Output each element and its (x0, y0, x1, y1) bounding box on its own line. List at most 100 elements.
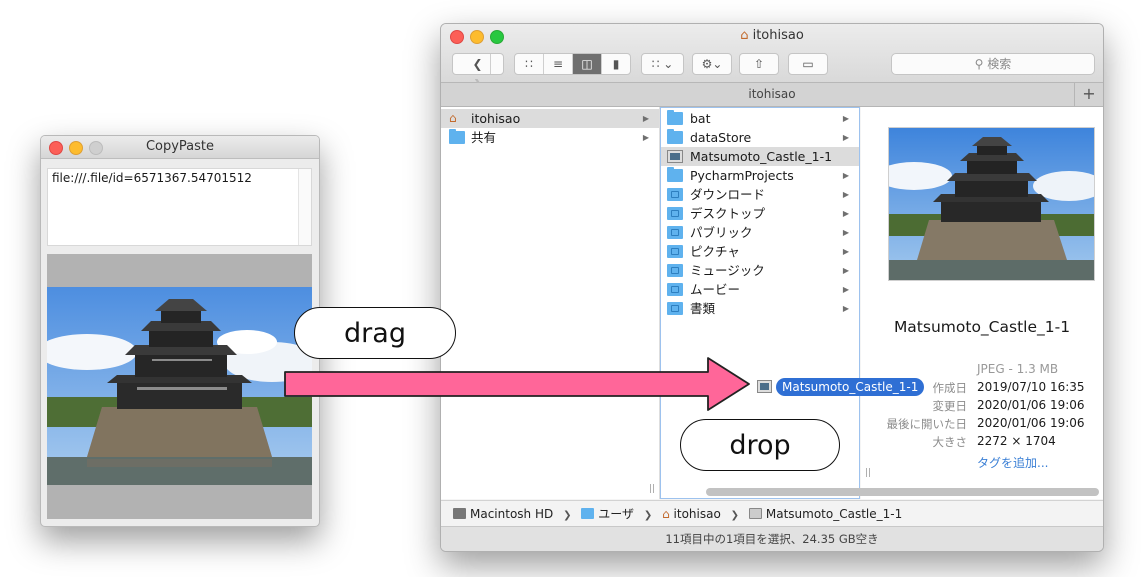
list-item-label: PycharmProjects (690, 168, 794, 183)
chevron-right-icon: ▶ (842, 209, 849, 218)
chevron-right-icon: ▶ (642, 114, 649, 123)
chevron-down-icon: ⌄ (663, 57, 674, 71)
view-mode-control: ∷ ≡ ◫ ▮ (514, 53, 631, 75)
info-value: 2272 × 1704 (977, 434, 1056, 448)
text-view[interactable]: file:///.file/id=6571367.54701512 (47, 168, 312, 246)
minimize-button[interactable] (69, 141, 83, 155)
preview-file-name: Matsumoto_Castle_1-1 (893, 318, 1071, 336)
documents-folder-icon (667, 302, 683, 315)
path-item-macintosh-hd[interactable]: Macintosh HD (470, 507, 553, 521)
list-item-label: ミュージック (690, 263, 765, 278)
column-sidebar: ⌂ itohisao ▶ 共有 ▶ (441, 107, 660, 499)
info-label: 変更日 (932, 399, 968, 413)
search-placeholder: 検索 (987, 57, 1012, 71)
horizontal-scrollbar[interactable] (706, 488, 1099, 496)
downloads-folder-icon (667, 188, 683, 201)
info-row-last-opened: 最後に開いた日 2020/01/06 19:06 (861, 416, 1103, 434)
list-item-itohisao[interactable]: ⌂ itohisao ▶ (441, 109, 659, 128)
gallery-view-button[interactable]: ▮ (602, 54, 630, 74)
pictures-folder-icon (667, 245, 683, 258)
image-file-icon (757, 380, 772, 393)
chevron-right-icon: ❯ (563, 510, 572, 521)
home-icon: ⌂ (449, 111, 457, 125)
search-icon: ⚲ (974, 57, 984, 71)
chevron-right-icon: ❯ (643, 510, 653, 521)
list-item-documents[interactable]: 書類 ▶ (661, 299, 859, 318)
tags-button[interactable]: ▭ (788, 53, 828, 75)
list-item-matsumoto-castle[interactable]: Matsumoto_Castle_1-1 (661, 147, 859, 166)
music-folder-icon (667, 264, 683, 277)
column-view-button[interactable]: ◫ (573, 54, 602, 74)
drag-ghost-label: Matsumoto_Castle_1-1 (776, 378, 925, 396)
list-item-label: ダウンロード (690, 187, 766, 202)
copypaste-titlebar[interactable]: CopyPaste (41, 136, 319, 159)
back-button[interactable]: ❮ (465, 54, 491, 74)
chevron-right-icon: ▶ (842, 171, 849, 180)
chevron-right-icon: ▶ (642, 133, 649, 142)
list-item-shared[interactable]: 共有 ▶ (441, 128, 659, 147)
chevron-right-icon: ❯ (730, 510, 740, 521)
list-item-label: dataStore (690, 130, 752, 145)
list-item-music[interactable]: ミュージック ▶ (661, 261, 859, 280)
path-item-users[interactable]: ユーザ (598, 507, 634, 521)
chevron-down-icon: ⌄ (712, 57, 723, 71)
back-forward-control: ❮❯ (452, 53, 504, 91)
text-scrollbar[interactable] (298, 169, 311, 245)
list-item-label: デスクトップ (690, 206, 766, 221)
action-button[interactable]: ⚙⌄ (692, 53, 732, 75)
public-folder-icon (667, 226, 683, 239)
list-item-public[interactable]: パブリック ▶ (661, 223, 859, 242)
window-title: CopyPaste (145, 139, 215, 154)
chevron-right-icon: ▶ (842, 228, 849, 237)
share-button[interactable]: ⇧ (739, 53, 779, 75)
search-field[interactable]: ⚲ 検索 (891, 53, 1095, 75)
castle-photo (47, 287, 312, 485)
close-button[interactable] (49, 141, 63, 155)
list-item-pictures[interactable]: ピクチャ ▶ (661, 242, 859, 261)
grid-icon: ∷ (651, 57, 660, 71)
chevron-right-icon: ▶ (842, 247, 849, 256)
list-item-pycharmprojects[interactable]: PycharmProjects ▶ (661, 166, 859, 185)
users-folder-icon (581, 508, 595, 519)
info-row-dimensions: 大きさ 2272 × 1704 (861, 434, 1103, 452)
column-resize-handle[interactable]: || (649, 484, 655, 494)
share-icon: ⇧ (753, 57, 765, 71)
new-tab-button[interactable]: + (1074, 83, 1103, 106)
icon-view-button[interactable]: ∷ (515, 54, 544, 74)
list-item-label: パブリック (690, 225, 753, 240)
text-content: file:///.file/id=6571367.54701512 (52, 171, 252, 185)
tag-icon: ▭ (802, 57, 814, 71)
list-item-label: ピクチャ (690, 244, 740, 259)
image-file-icon (748, 508, 762, 519)
path-item-file[interactable]: Matsumoto_Castle_1-1 (766, 507, 902, 521)
finder-toolbar: ⌂ itohisao ❮❯ ∷≡◫▮ ∷ ⌄ ⚙⌄ ⇧ ▭ ⚲ 検索 (441, 24, 1103, 91)
list-item-label: bat (690, 111, 711, 126)
list-item-label: 共有 (471, 130, 497, 145)
folder-icon (449, 129, 465, 144)
list-view-button[interactable]: ≡ (544, 54, 573, 74)
list-item-desktop[interactable]: デスクトップ ▶ (661, 204, 859, 223)
add-tags-link[interactable]: タグを追加... (977, 454, 1048, 471)
drag-arrow (284, 357, 750, 411)
window-title: ⌂ itohisao (441, 28, 1103, 43)
list-item-downloads[interactable]: ダウンロード ▶ (661, 185, 859, 204)
movies-folder-icon (667, 283, 683, 296)
info-label: 最後に開いた日 (886, 417, 968, 431)
path-item-home[interactable]: itohisao (674, 507, 721, 521)
image-well[interactable] (47, 254, 312, 519)
home-icon: ⌂ (740, 28, 749, 43)
info-row-modified: 変更日 2020/01/06 19:06 (861, 398, 1103, 416)
tab-itohisao[interactable]: itohisao (748, 87, 795, 101)
window-title-text: itohisao (752, 28, 804, 43)
chevron-right-icon: ▶ (842, 266, 849, 275)
chevron-right-icon: ▶ (842, 190, 849, 199)
list-item-movies[interactable]: ムービー ▶ (661, 280, 859, 299)
home-icon: ⌂ (662, 507, 670, 521)
list-item-datastore[interactable]: dataStore ▶ (661, 128, 859, 147)
list-item-label: itohisao (471, 111, 521, 126)
chevron-right-icon: ▶ (842, 304, 849, 313)
list-item-bat[interactable]: bat ▶ (661, 109, 859, 128)
zoom-button[interactable] (89, 141, 103, 155)
group-button[interactable]: ∷ ⌄ (641, 53, 684, 75)
preview-image (888, 127, 1095, 281)
